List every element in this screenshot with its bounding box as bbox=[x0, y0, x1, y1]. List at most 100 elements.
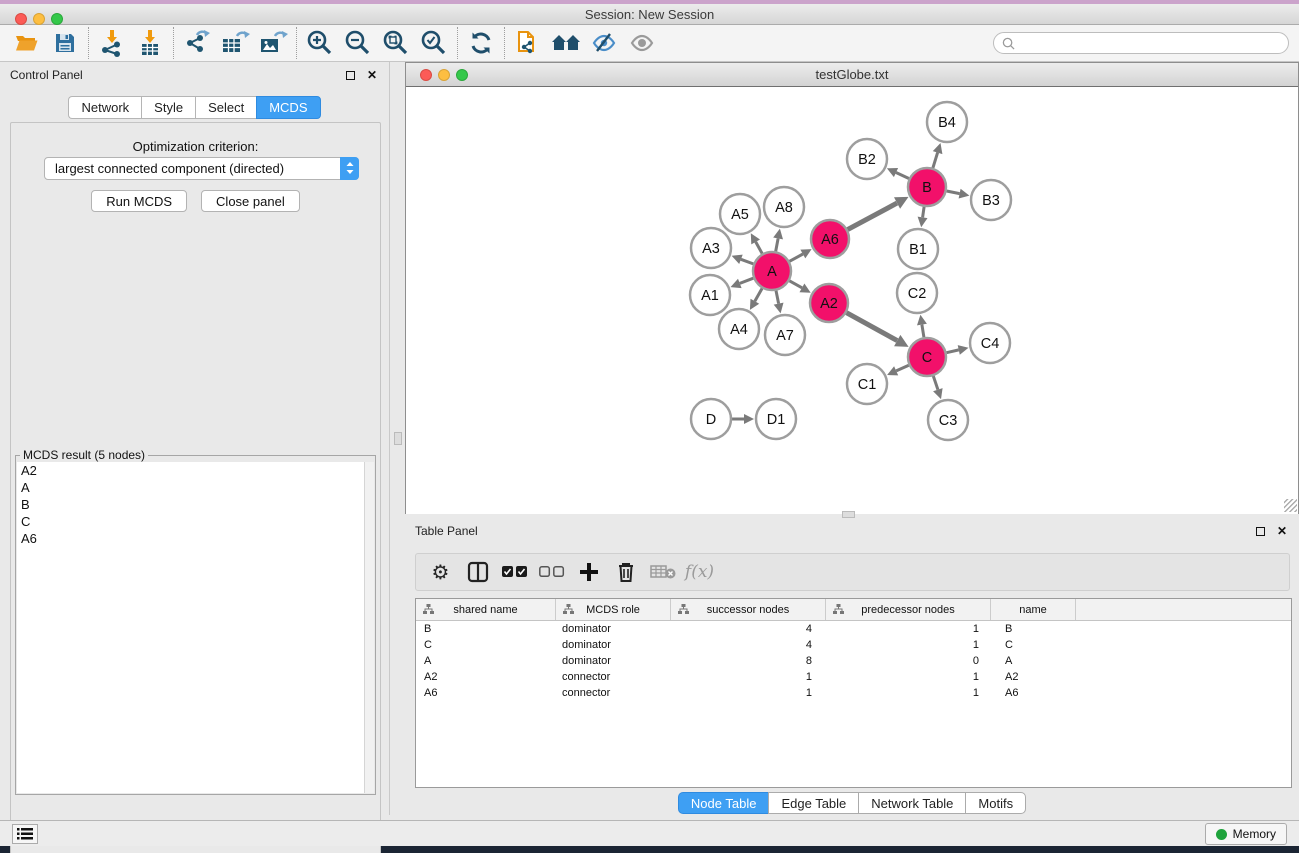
table-cell[interactable]: 4 bbox=[671, 621, 826, 637]
create-column-icon[interactable] bbox=[572, 556, 605, 588]
table-cell[interactable]: A bbox=[991, 653, 1076, 669]
tab-network-table[interactable]: Network Table bbox=[858, 792, 965, 814]
table-cell[interactable]: 8 bbox=[671, 653, 826, 669]
delete-column-icon[interactable] bbox=[609, 556, 642, 588]
table-settings-icon[interactable]: ⚙ bbox=[424, 556, 457, 588]
edge-A-A7[interactable] bbox=[776, 291, 779, 304]
table-cell[interactable]: dominator bbox=[556, 653, 671, 669]
mcds-result-scrollbar[interactable] bbox=[364, 462, 374, 793]
close-window-button[interactable] bbox=[15, 13, 27, 25]
table-cell[interactable]: C bbox=[416, 637, 556, 653]
edge-B-B3[interactable] bbox=[947, 191, 960, 194]
column-header-successor-nodes[interactable]: successor nodes bbox=[671, 599, 826, 620]
table-row[interactable]: A2connector11A2 bbox=[416, 669, 1291, 685]
edge-A-A3[interactable] bbox=[741, 259, 753, 264]
save-session-icon[interactable] bbox=[46, 27, 84, 59]
tab-motifs[interactable]: Motifs bbox=[965, 792, 1026, 814]
tab-style[interactable]: Style bbox=[141, 96, 195, 119]
table-row[interactable]: A6connector11A6 bbox=[416, 685, 1291, 701]
tab-select[interactable]: Select bbox=[195, 96, 256, 119]
edge-C-C1[interactable] bbox=[896, 365, 909, 371]
optimization-criterion-select[interactable]: largest connected component (directed) bbox=[44, 157, 359, 180]
edge-B-B1[interactable] bbox=[923, 207, 925, 218]
edge-A6-B[interactable] bbox=[848, 203, 897, 230]
edge-A-A5[interactable] bbox=[756, 242, 763, 254]
window-resize-handle[interactable] bbox=[1284, 499, 1297, 512]
network-window-titlebar[interactable]: testGlobe.txt bbox=[406, 63, 1298, 87]
edge-A-A1[interactable] bbox=[740, 278, 754, 283]
table-row[interactable]: Cdominator41C bbox=[416, 637, 1291, 653]
maximize-window-button[interactable] bbox=[51, 13, 63, 25]
function-builder-icon[interactable]: f(x) bbox=[683, 556, 716, 588]
table-cell[interactable]: A2 bbox=[416, 669, 556, 685]
table-close-panel-icon[interactable]: ✕ bbox=[1275, 524, 1289, 538]
edge-A2-C[interactable] bbox=[847, 313, 898, 341]
zoom-in-icon[interactable] bbox=[301, 27, 339, 59]
tab-network[interactable]: Network bbox=[68, 96, 141, 119]
network-canvas[interactable]: B4B2BB3A5A8A6A3B1AA1C2A2A4A7C4CC1C3DD1 bbox=[406, 88, 1298, 514]
refresh-view-icon[interactable] bbox=[462, 27, 500, 59]
table-cell[interactable]: dominator bbox=[556, 637, 671, 653]
deselect-all-columns-icon[interactable] bbox=[535, 556, 568, 588]
table-cell[interactable]: connector bbox=[556, 685, 671, 701]
edge-A-A4[interactable] bbox=[755, 288, 762, 301]
clone-network-icon[interactable] bbox=[509, 27, 547, 59]
table-cell[interactable]: B bbox=[991, 621, 1076, 637]
export-network-icon[interactable] bbox=[178, 27, 216, 59]
tab-node-table[interactable]: Node Table bbox=[678, 792, 769, 814]
table-cell[interactable]: C bbox=[991, 637, 1076, 653]
table-float-panel-icon[interactable] bbox=[1253, 524, 1267, 538]
close-panel-button[interactable]: Close panel bbox=[201, 190, 300, 212]
float-panel-icon[interactable] bbox=[343, 68, 357, 82]
home-icon[interactable] bbox=[547, 27, 585, 59]
export-table-icon[interactable] bbox=[216, 27, 254, 59]
mcds-result-item[interactable]: C bbox=[17, 513, 365, 530]
open-session-icon[interactable] bbox=[8, 27, 46, 59]
table-cell[interactable]: 1 bbox=[671, 669, 826, 685]
export-image-icon[interactable] bbox=[254, 27, 292, 59]
mcds-result-item[interactable]: B bbox=[17, 496, 365, 513]
horizontal-splitter-grip[interactable] bbox=[842, 511, 855, 518]
show-columns-icon[interactable] bbox=[461, 556, 494, 588]
table-cell[interactable]: 1 bbox=[826, 637, 991, 653]
zoom-out-icon[interactable] bbox=[339, 27, 377, 59]
column-header-shared-name[interactable]: shared name bbox=[416, 599, 556, 620]
table-cell[interactable]: A6 bbox=[991, 685, 1076, 701]
zoom-selected-icon[interactable] bbox=[415, 27, 453, 59]
hide-graphics-details-icon[interactable] bbox=[623, 27, 661, 59]
table-cell[interactable]: 1 bbox=[826, 685, 991, 701]
table-cell[interactable]: A2 bbox=[991, 669, 1076, 685]
table-cell[interactable]: 0 bbox=[826, 653, 991, 669]
edge-B-B2[interactable] bbox=[896, 173, 909, 179]
network-maximize-button[interactable] bbox=[456, 69, 468, 81]
tab-mcds[interactable]: MCDS bbox=[256, 96, 320, 119]
mcds-result-item[interactable]: A bbox=[17, 479, 365, 496]
network-minimize-button[interactable] bbox=[438, 69, 450, 81]
network-close-button[interactable] bbox=[420, 69, 432, 81]
vertical-splitter-grip[interactable] bbox=[394, 432, 402, 445]
show-graphics-details-icon[interactable] bbox=[585, 27, 623, 59]
import-network-from-file-icon[interactable] bbox=[93, 27, 131, 59]
minimize-window-button[interactable] bbox=[33, 13, 45, 25]
table-cell[interactable]: 4 bbox=[671, 637, 826, 653]
memory-button[interactable]: Memory bbox=[1205, 823, 1287, 845]
edge-C-C4[interactable] bbox=[947, 350, 959, 353]
column-header-mcds-role[interactable]: MCDS role bbox=[556, 599, 671, 620]
mcds-result-item[interactable]: A2 bbox=[17, 462, 365, 479]
table-cell[interactable]: dominator bbox=[556, 621, 671, 637]
table-cell[interactable]: B bbox=[416, 621, 556, 637]
table-cell[interactable]: 1 bbox=[826, 669, 991, 685]
delete-table-icon[interactable] bbox=[646, 556, 679, 588]
edge-A-A6[interactable] bbox=[790, 254, 803, 261]
column-header-name[interactable]: name bbox=[991, 599, 1076, 620]
search-input[interactable] bbox=[1015, 36, 1288, 50]
mcds-result-item[interactable]: A6 bbox=[17, 530, 365, 547]
edge-C-C3[interactable] bbox=[933, 376, 938, 390]
table-row[interactable]: Bdominator41B bbox=[416, 621, 1291, 637]
close-panel-icon[interactable]: ✕ bbox=[365, 68, 379, 82]
search-field[interactable] bbox=[993, 32, 1289, 54]
tab-edge-table[interactable]: Edge Table bbox=[768, 792, 858, 814]
table-cell[interactable]: 1 bbox=[671, 685, 826, 701]
column-header-predecessor-nodes[interactable]: predecessor nodes bbox=[826, 599, 991, 620]
table-cell[interactable]: A bbox=[416, 653, 556, 669]
